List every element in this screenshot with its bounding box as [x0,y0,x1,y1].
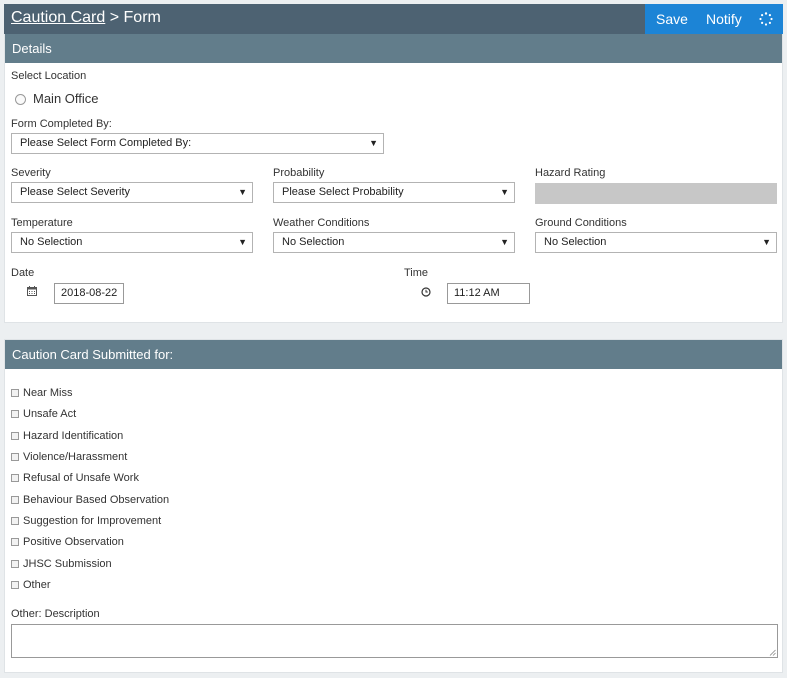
breadcrumb-separator: > [109,9,120,26]
hazard-rating-label: Hazard Rating [535,167,606,179]
probability-value: Please Select Probability [282,186,404,198]
weather-conditions-select[interactable]: No Selection ▼ [273,232,515,253]
form-completed-by-value: Please Select Form Completed By: [20,137,192,149]
submitted-for-panel: Caution Card Submitted for: Near Miss Un… [4,339,783,673]
checkbox[interactable] [11,517,19,525]
checkbox-label: Hazard Identification [23,430,124,442]
details-header: Details [5,34,782,63]
checkbox-label: Suggestion for Improvement [23,515,162,527]
checkbox-label: Refusal of Unsafe Work [23,472,139,484]
page-title: Form [123,9,161,26]
hazard-rating-field [535,183,777,204]
checkbox[interactable] [11,432,19,440]
checkbox-refusal-of-unsafe-work[interactable]: Refusal of Unsafe Work [11,471,139,485]
select-location-label: Select Location [11,70,87,82]
probability-select[interactable]: Please Select Probability ▼ [273,182,515,203]
severity-value: Please Select Severity [20,186,131,198]
weather-conditions-value: No Selection [282,236,345,248]
save-button[interactable]: Save [656,11,688,27]
checkbox-other[interactable]: Other [11,578,51,592]
checkbox-label: Behaviour Based Observation [23,494,170,506]
other-description-textarea[interactable] [11,624,778,658]
clock-icon[interactable] [421,287,431,297]
checkbox-label: JHSC Submission [23,558,112,570]
action-bar: Save Notify [645,4,783,34]
time-label: Time [404,267,429,279]
form-completed-by-label: Form Completed By: [11,118,112,130]
checkbox-behaviour-based-observation[interactable]: Behaviour Based Observation [11,493,169,507]
checkbox-unsafe-act[interactable]: Unsafe Act [11,407,76,421]
severity-select[interactable]: Please Select Severity ▼ [11,182,253,203]
caret-down-icon: ▼ [762,237,771,247]
checkbox-jhsc-submission[interactable]: JHSC Submission [11,557,112,571]
checkbox-violence-harassment[interactable]: Violence/Harassment [11,450,127,464]
other-description-label: Other: Description [11,608,100,620]
calendar-icon[interactable] [27,286,37,296]
checkbox-label: Violence/Harassment [23,451,128,463]
checkbox-label: Positive Observation [23,536,124,548]
checkbox[interactable] [11,538,19,546]
temperature-label: Temperature [11,217,73,229]
breadcrumb-caution-card-link[interactable]: Caution Card [11,9,105,26]
caret-down-icon: ▼ [500,187,509,197]
ground-conditions-select[interactable]: No Selection ▼ [535,232,777,253]
probability-label: Probability [273,167,325,179]
checkbox-suggestion-for-improvement[interactable]: Suggestion for Improvement [11,514,161,528]
checkbox[interactable] [11,410,19,418]
caret-down-icon: ▼ [238,237,247,247]
checkbox-label: Near Miss [23,387,73,399]
location-option-label: Main Office [33,91,99,106]
caret-down-icon: ▼ [500,237,509,247]
temperature-select[interactable]: No Selection ▼ [11,232,253,253]
breadcrumb: Caution Card > Form [11,9,161,27]
checkbox[interactable] [11,474,19,482]
checkbox-positive-observation[interactable]: Positive Observation [11,535,124,549]
date-label: Date [11,267,35,279]
form-completed-by-select[interactable]: Please Select Form Completed By: ▼ [11,133,384,154]
caret-down-icon: ▼ [238,187,247,197]
submitted-for-header: Caution Card Submitted for: [5,340,782,369]
checkbox[interactable] [11,496,19,504]
caret-down-icon: ▼ [369,138,378,148]
temperature-value: No Selection [20,236,83,248]
date-input[interactable]: 2018-08-22 [54,283,124,304]
checkbox-label: Other [23,579,51,591]
spinner-icon[interactable] [759,12,773,26]
checkbox-label: Unsafe Act [23,408,77,420]
checkbox-hazard-identification[interactable]: Hazard Identification [11,429,123,443]
location-radio-main-office[interactable] [15,94,26,105]
checkbox[interactable] [11,389,19,397]
details-panel: Details Select Location Main Office Form… [4,34,783,323]
ground-conditions-value: No Selection [544,236,607,248]
checkbox[interactable] [11,560,19,568]
checkbox[interactable] [11,453,19,461]
notify-button[interactable]: Notify [706,11,742,27]
ground-conditions-label: Ground Conditions [535,217,627,229]
severity-label: Severity [11,167,51,179]
checkbox[interactable] [11,581,19,589]
top-bar: Caution Card > Form Save Notify [4,4,783,34]
resize-handle-icon[interactable] [769,649,776,656]
checkbox-near-miss[interactable]: Near Miss [11,386,73,400]
time-input[interactable]: 11:12 AM [447,283,530,304]
weather-conditions-label: Weather Conditions [273,217,370,229]
